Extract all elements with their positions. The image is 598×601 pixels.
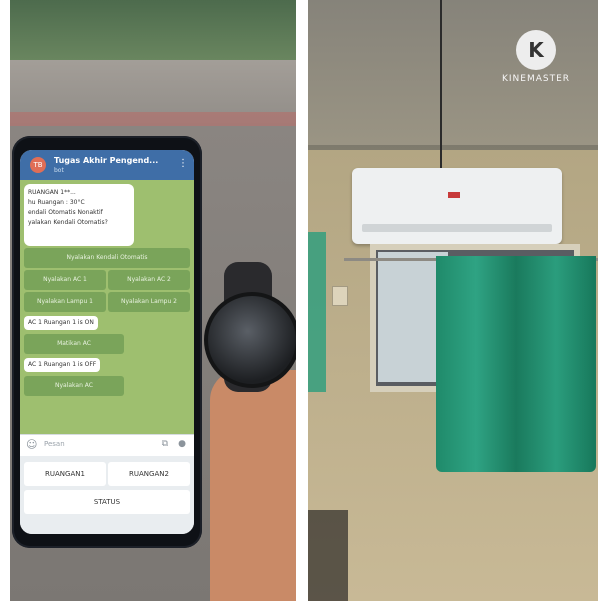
ac-vent [362,224,552,232]
kinemaster-text: KINEMASTER [501,74,571,84]
emoji-icon: ☺ [26,438,38,451]
kinemaster-logo-icon: K [516,30,556,70]
hand [210,370,296,601]
message-line: yalakan Kendali Otomatis? [28,219,108,226]
lamp2-on-button: Nyalakan Lampu 2 [108,292,190,312]
message-input-bar: ☺ Pesan ⧉ ● [20,434,194,457]
smartphone: TB Tugas Akhir Pengend... bot ⋮ RUANGAN … [12,136,202,548]
ac1-on-button: Nyalakan AC 1 [24,270,106,290]
dark-corner [308,510,348,601]
chat-title: Tugas Akhir Pengend... [54,156,159,165]
hanging-cable [440,0,442,168]
status-message: AC 1 Ruangan 1 is OFF [24,358,101,372]
message-line: endali Otomatis Nonaktif [28,209,103,216]
turn-off-button: Matikan AC [24,334,124,354]
green-curtain [436,256,596,472]
video-frame: TB Tugas Akhir Pengend... bot ⋮ RUANGAN … [0,0,598,601]
room1-keyboard-button: RUANGAN1 [24,462,106,486]
turn-on-button: Nyalakan AC [24,376,124,396]
background-curb [10,112,296,126]
auto-control-button: Nyalakan Kendali Otomatis [24,248,190,268]
telegram-app-bar: TB Tugas Akhir Pengend... bot ⋮ [20,150,194,180]
room2-keyboard-button: RUANGAN2 [108,462,190,486]
right-video-panel: K KINEMASTER [308,0,598,601]
chat-subtitle: bot [54,167,64,174]
phone-screen: TB Tugas Akhir Pengend... bot ⋮ RUANGAN … [20,150,194,534]
kinemaster-watermark: K KINEMASTER [496,30,576,90]
lamp1-on-button: Nyalakan Lampu 1 [24,292,106,312]
microphone-icon: ● [178,439,186,449]
wristwatch [198,262,296,392]
message-input: Pesan [44,440,65,448]
watch-face [204,292,296,388]
left-video-panel: TB Tugas Akhir Pengend... bot ⋮ RUANGAN … [10,0,296,601]
ac-display-light [448,192,460,198]
wall-switch [332,286,348,306]
message-line: hu Ruangan : 30°C [28,199,85,206]
more-options-icon: ⋮ [178,158,188,169]
bot-avatar: TB [30,157,46,173]
air-conditioner [352,168,562,244]
side-curtain [308,232,326,392]
status-keyboard-button: STATUS [24,490,190,514]
bot-message: RUANGAN 1**... hu Ruangan : 30°C endali … [24,184,134,246]
status-message: AC 1 Ruangan 1 is ON [24,316,98,330]
bot-keyboard: RUANGAN1 RUANGAN2 STATUS [20,456,194,534]
message-line: RUANGAN 1**... [28,189,76,196]
attach-icon: ⧉ [161,439,168,449]
ac2-on-button: Nyalakan AC 2 [108,270,190,290]
